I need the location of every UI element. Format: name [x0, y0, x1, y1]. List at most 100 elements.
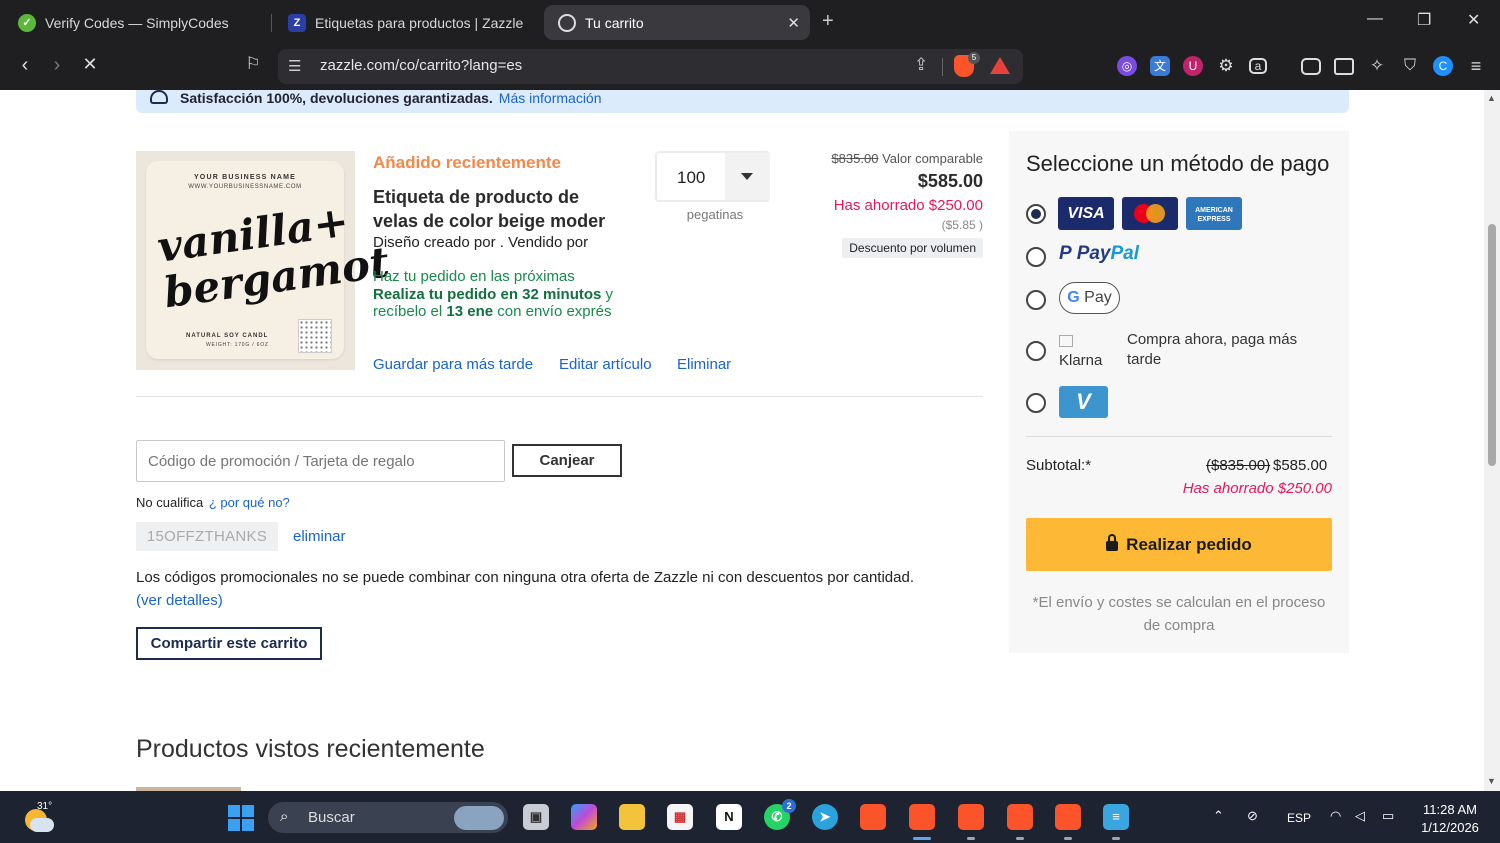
whatsapp-icon[interactable]: ✆ 2 — [764, 799, 796, 830]
save-for-later-link[interactable]: Guardar para más tarde — [373, 356, 533, 373]
stop-loading-icon[interactable]: ✕ — [77, 54, 103, 75]
notification-badge: 2 — [782, 799, 796, 813]
recently-added-label: Añadido recientemente — [373, 153, 561, 172]
new-tab-button[interactable]: + — [822, 10, 834, 33]
cloud-icon — [30, 818, 54, 832]
more-info-link[interactable]: Más información — [499, 90, 602, 106]
clock[interactable]: 11:28 AM 1/12/2026 — [1410, 801, 1490, 837]
copilot-icon[interactable] — [571, 804, 597, 830]
search-highlight-image — [454, 806, 504, 830]
radio-google-pay[interactable] — [1026, 290, 1046, 310]
task-view-icon[interactable]: ▣ — [523, 804, 549, 830]
forward-icon[interactable]: › — [44, 54, 70, 77]
battery-icon[interactable]: ▭ — [1382, 808, 1394, 824]
scroll-down-icon[interactable]: ▼ — [1487, 776, 1496, 786]
brave-profile-icon[interactable] — [1055, 804, 1081, 830]
unit-price: ($5.85 ) — [941, 218, 983, 232]
language-indicator[interactable]: ESP — [1287, 811, 1311, 825]
cart-page: Satisfacción 100%, devoluciones garantiz… — [0, 90, 1484, 791]
wallet-icon[interactable] — [1334, 58, 1354, 75]
radio-venmo[interactable] — [1026, 393, 1046, 413]
bookmark-icon[interactable]: ⚐ — [240, 54, 266, 74]
scroll-up-icon[interactable]: ▲ — [1487, 93, 1496, 103]
simplycodes-favicon-icon: ✓ — [18, 13, 36, 32]
divider — [136, 396, 983, 397]
candle-label-preview: YOUR BUSINESS NAME WWW.YOURBUSINESSNAME.… — [146, 161, 392, 359]
redeem-button[interactable]: Canjear — [512, 444, 622, 477]
zazzle-favicon-icon — [558, 13, 576, 32]
see-details-link[interactable]: (ver detalles) — [136, 592, 223, 609]
extension-purple-icon[interactable]: ◎ — [1117, 56, 1137, 76]
active-app-indicator — [913, 837, 931, 840]
applied-promo-code: 15OFFZTHANKS — [136, 522, 278, 551]
url-text[interactable]: zazzle.com/co/carrito?lang=es — [320, 57, 522, 74]
product-title[interactable]: Etiqueta de producto de velas de color b… — [373, 185, 618, 233]
vpn-shield-icon[interactable]: ⛉ — [1400, 56, 1420, 76]
telegram-icon[interactable]: ➤ — [812, 804, 838, 830]
notepad-icon[interactable]: ≡ — [1103, 804, 1129, 830]
divider — [942, 58, 943, 76]
close-window-icon[interactable]: ✕ — [1467, 10, 1480, 30]
payment-title: Seleccione un método de pago — [1026, 151, 1330, 176]
page-scrollbar[interactable]: ▲ ▼ — [1484, 90, 1500, 791]
dropdown-toggle[interactable] — [725, 153, 770, 200]
simplycodes-extension-icon[interactable]: C — [1433, 56, 1453, 76]
edit-item-link[interactable]: Editar artículo — [559, 356, 652, 373]
microsoft-store-icon[interactable]: ▦ — [667, 804, 693, 830]
menu-icon[interactable]: ≡ — [1466, 56, 1486, 76]
guarantee-text: Satisfacción 100%, devoluciones garantiz… — [180, 90, 602, 106]
item-savings: Has ahorrado $250.00 — [833, 197, 983, 214]
share-cart-button[interactable]: Compartir este carrito — [136, 627, 322, 660]
remove-item-link[interactable]: Eliminar — [677, 356, 731, 373]
label-subtitle: NATURAL SOY CANDL — [186, 333, 269, 339]
price-block: $835.00 Valor comparable $585.00 Has aho… — [780, 151, 983, 258]
radio-cards[interactable] — [1026, 204, 1046, 224]
start-button-icon[interactable] — [228, 805, 254, 831]
radio-klarna[interactable] — [1026, 341, 1046, 361]
brave-profile-icon[interactable] — [958, 804, 984, 830]
brave-browser-icon[interactable] — [860, 804, 886, 830]
brave-browser-active-icon[interactable] — [909, 804, 935, 830]
tab-simplycodes[interactable]: ✓ Verify Codes — SimplyCodes — [4, 5, 266, 40]
restore-icon[interactable]: ❐ — [1417, 10, 1431, 30]
search-label: Buscar — [308, 809, 355, 826]
paypal-logo-icon: P PayPal — [1059, 243, 1140, 264]
brave-rewards-icon[interactable] — [990, 57, 1010, 74]
tab-zazzle-labels[interactable]: Z Etiquetas para productos | Zazzle — [274, 5, 540, 40]
product-image[interactable]: YOUR BUSINESS NAME WWW.YOURBUSINESSNAME.… — [136, 151, 392, 370]
share-icon[interactable]: ⇪ — [914, 55, 928, 75]
radio-paypal[interactable] — [1026, 247, 1046, 267]
remove-promo-link[interactable]: eliminar — [293, 528, 346, 545]
quantity-select[interactable]: 100 — [655, 151, 770, 202]
brave-profile-icon[interactable] — [1007, 804, 1033, 830]
extensions-puzzle-icon[interactable]: ⚙ — [1216, 56, 1236, 76]
location-off-icon[interactable]: ⊘ — [1247, 808, 1258, 824]
quantity-unit: pegatinas — [686, 207, 744, 222]
site-settings-icon[interactable]: ☰ — [288, 57, 301, 75]
place-order-button[interactable]: Realizar pedido — [1026, 518, 1332, 571]
ublock-icon[interactable]: U — [1183, 56, 1203, 76]
leo-ai-icon[interactable]: ✧ — [1367, 56, 1387, 76]
tab-title: Tu carrito — [585, 14, 644, 31]
klarna-description: Compra ahora, paga más tarde — [1127, 331, 1298, 368]
reader-mode-icon[interactable]: a — [1249, 58, 1267, 74]
why-not-link[interactable]: ¿ por qué no? — [209, 495, 290, 510]
sidebar-toggle-icon[interactable] — [1301, 58, 1321, 75]
volume-icon[interactable]: ◁ — [1355, 808, 1365, 824]
address-bar[interactable]: ☰ zazzle.com/co/carrito?lang=es ⇪ 5 — [278, 49, 1023, 84]
minimize-icon[interactable]: — — [1367, 10, 1383, 28]
tab-cart[interactable]: Tu carrito ✕ — [544, 5, 810, 40]
show-hidden-icons-icon[interactable]: ⌃ — [1213, 808, 1224, 824]
back-icon[interactable]: ‹ — [12, 54, 38, 77]
label-script-text: vanilla+ bergamot — [154, 196, 393, 318]
shipping-note: *El envío y costes se calculan en el pro… — [1032, 594, 1326, 634]
scrollbar-thumb[interactable] — [1488, 224, 1496, 466]
taskbar-search[interactable]: ⌕ Buscar — [268, 802, 508, 833]
delivery-estimate: Haz tu pedido en las próximas Realiza tu… — [373, 268, 614, 320]
translate-extension-icon[interactable]: 文 — [1150, 56, 1170, 76]
file-explorer-icon[interactable] — [619, 804, 645, 830]
notion-icon[interactable]: N — [716, 804, 742, 830]
close-tab-icon[interactable]: ✕ — [787, 14, 800, 32]
promo-code-input[interactable] — [136, 440, 505, 482]
wifi-icon[interactable]: ◠ — [1330, 808, 1341, 824]
